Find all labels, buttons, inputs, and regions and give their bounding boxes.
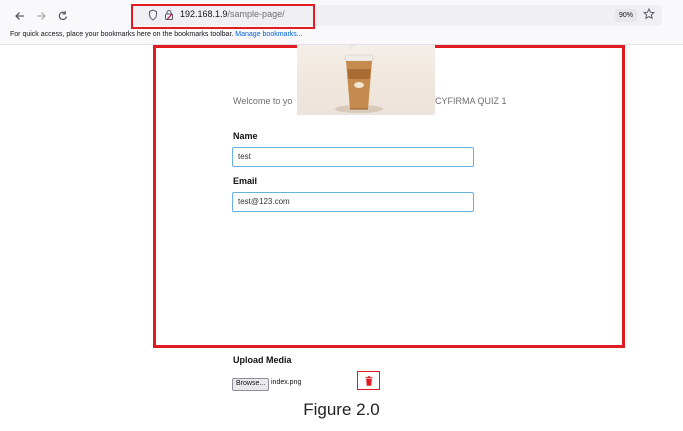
trash-icon	[365, 375, 372, 386]
welcome-text-left: Welcome to yo	[233, 96, 293, 106]
name-field[interactable]: test	[232, 147, 474, 167]
url-highlight-box	[131, 4, 315, 29]
zoom-indicator[interactable]: 90%	[615, 9, 637, 22]
browser-toolbar: 192.168.1.9/sample-page/ 90%	[0, 0, 683, 30]
arrow-right-icon	[37, 12, 46, 20]
email-field[interactable]: test@123.com	[232, 192, 474, 212]
arrow-left-icon	[15, 12, 24, 20]
hero-image	[297, 45, 435, 115]
browse-button[interactable]: Browse...	[232, 378, 270, 391]
bookmarks-hint: For quick access, place your bookmarks h…	[10, 31, 234, 38]
reload-button[interactable]	[55, 8, 71, 24]
bookmarks-toolbar: For quick access, place your bookmarks h…	[0, 30, 683, 45]
bookmarks-message: For quick access, place your bookmarks h…	[10, 31, 303, 38]
forward-button[interactable]	[33, 8, 49, 24]
upload-media-label: Upload Media	[233, 355, 292, 365]
name-label: Name	[233, 131, 258, 141]
email-label: Email	[233, 176, 258, 186]
figure-caption: Figure 2.0	[303, 400, 380, 419]
reload-icon	[58, 11, 68, 21]
coffee-cup-icon	[335, 45, 383, 113]
bookmark-star-icon[interactable]	[643, 8, 655, 20]
welcome-text-right: CYFIRMA QUIZ 1	[435, 96, 507, 106]
delete-media-button[interactable]	[357, 371, 380, 390]
back-button[interactable]	[12, 8, 28, 24]
selected-file-name: index.png	[271, 379, 302, 386]
manage-bookmarks-link[interactable]: Manage bookmarks...	[235, 31, 302, 38]
